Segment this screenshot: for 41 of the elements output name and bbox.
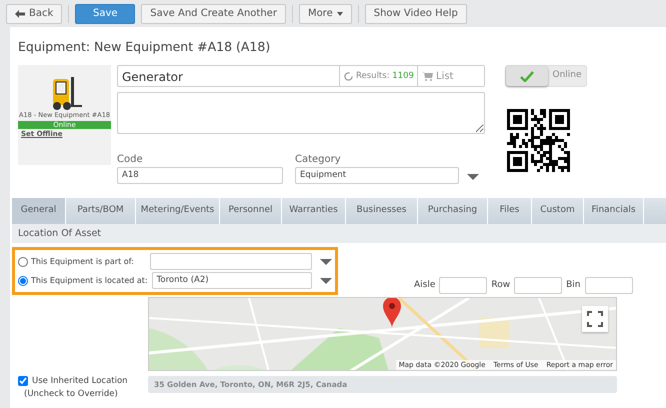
refresh-icon: [344, 72, 353, 80]
radio-button[interactable]: [18, 276, 28, 286]
location-field[interactable]: Toronto (A2): [152, 272, 312, 289]
check-icon: [520, 70, 534, 82]
back-button[interactable]: Back: [6, 4, 62, 24]
storage-field[interactable]: [439, 277, 488, 294]
storage-field[interactable]: [514, 277, 562, 294]
hint-text: (Uncheck to Override): [24, 388, 119, 400]
cart-icon: [422, 72, 433, 80]
toolbar-button[interactable]: Save: [75, 4, 136, 24]
tab[interactable]: General: [12, 198, 66, 224]
toolbar-button[interactable]: Save And Create Another: [141, 4, 286, 24]
category-field[interactable]: Equipment: [295, 167, 459, 184]
back-arrow-icon: [15, 10, 25, 18]
more-button[interactable]: More: [298, 4, 352, 24]
section-title: Location Of Asset: [12, 224, 666, 243]
radio-label: This Equipment is located at:: [31, 274, 148, 286]
location-field[interactable]: [150, 253, 312, 270]
dropdown-caret-icon[interactable]: [467, 174, 479, 180]
radio-button[interactable]: [18, 256, 28, 266]
field-label: Row: [491, 278, 510, 292]
page-title: Equipment: New Equipment #A18 (A18): [17, 38, 272, 56]
fullscreen-button[interactable]: [582, 306, 608, 332]
code-field[interactable]: A18: [117, 167, 283, 184]
qr-code: [507, 109, 570, 172]
toolbar-button[interactable]: Show Video Help: [364, 4, 467, 24]
checkbox[interactable]: [18, 376, 28, 386]
storage-field[interactable]: [584, 277, 632, 294]
online-toggle[interactable]: Online: [505, 65, 587, 87]
field-label: Bin: [566, 278, 580, 292]
field-label: Aisle: [414, 278, 436, 292]
results-count: Results: 1109: [356, 70, 414, 82]
description-field[interactable]: [117, 92, 485, 134]
category-label: Category: [295, 153, 342, 167]
dropdown-caret-icon[interactable]: [320, 278, 332, 284]
radio-label: This Equipment is part of:: [31, 256, 134, 268]
name-field[interactable]: Generator: [118, 66, 340, 86]
code-label: Code: [117, 153, 144, 167]
checkbox-label: Use Inherited Location: [32, 375, 128, 388]
caret-icon: [336, 12, 343, 16]
dropdown-caret-icon[interactable]: [320, 258, 332, 264]
